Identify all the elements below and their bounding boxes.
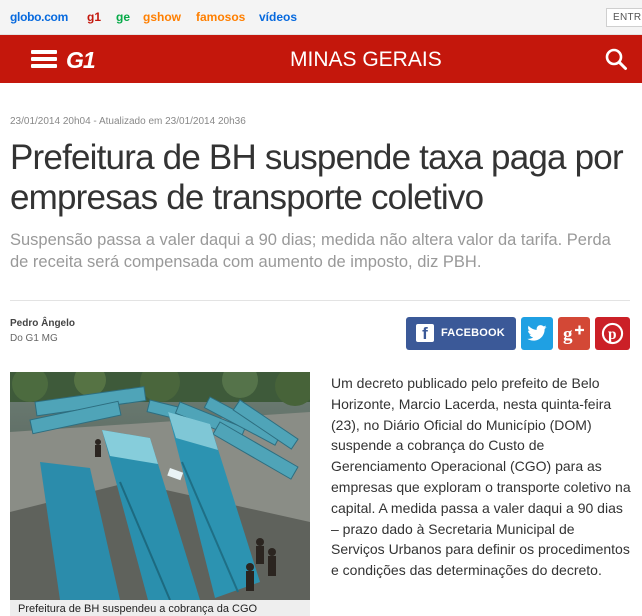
article-dateline: 23/01/2014 20h04 - Atualizado em 23/01/2…: [10, 116, 246, 127]
twitter-share-button[interactable]: [521, 317, 553, 350]
bus-terminal-photo: [10, 372, 310, 600]
google-plus-share-button[interactable]: g: [558, 317, 590, 350]
search-icon[interactable]: [604, 47, 628, 71]
gshow-link[interactable]: gshow: [143, 10, 181, 24]
author-org: Do G1 MG: [10, 333, 58, 344]
svg-text:p: p: [608, 326, 617, 343]
globo-top-bar: globo.com g1 ge gshow famosos vídeos ENT…: [0, 0, 642, 35]
pinterest-share-button[interactable]: p: [595, 317, 630, 350]
ge-link[interactable]: ge: [116, 10, 130, 24]
g1-link[interactable]: g1: [87, 10, 101, 24]
facebook-icon: f: [416, 324, 434, 343]
photo-caption: Prefeitura de BH suspendeu a cobrança da…: [10, 600, 310, 616]
facebook-share-label: FACEBOOK: [441, 327, 505, 339]
twitter-icon: [527, 325, 547, 341]
article-headline: Prefeitura de BH suspende taxa paga por …: [10, 138, 624, 217]
famosos-link[interactable]: famosos: [196, 10, 245, 24]
author-name: Pedro Ângelo: [10, 318, 76, 329]
section-title[interactable]: MINAS GERAIS: [290, 48, 442, 72]
pinterest-icon: p: [601, 322, 624, 345]
divider: [10, 300, 630, 301]
globo-link[interactable]: globo.com: [10, 10, 68, 24]
g1-logo[interactable]: G1: [66, 47, 96, 74]
videos-link[interactable]: vídeos: [259, 10, 297, 24]
menu-icon[interactable]: [31, 50, 57, 68]
google-plus-icon: g: [563, 324, 584, 344]
article-body: Um decreto publicado pelo prefeito de Be…: [331, 375, 631, 579]
svg-text:g: g: [563, 324, 573, 344]
g1-header: G1 MINAS GERAIS: [0, 35, 642, 83]
login-button[interactable]: ENTRE: [606, 8, 642, 27]
article-subtitle: Suspensão passa a valer daqui a 90 dias;…: [10, 231, 611, 271]
photo-caption-text: Prefeitura de BH suspendeu a cobrança da…: [18, 603, 258, 615]
facebook-share-button[interactable]: f FACEBOOK: [406, 317, 516, 350]
article-photo: [10, 372, 310, 600]
